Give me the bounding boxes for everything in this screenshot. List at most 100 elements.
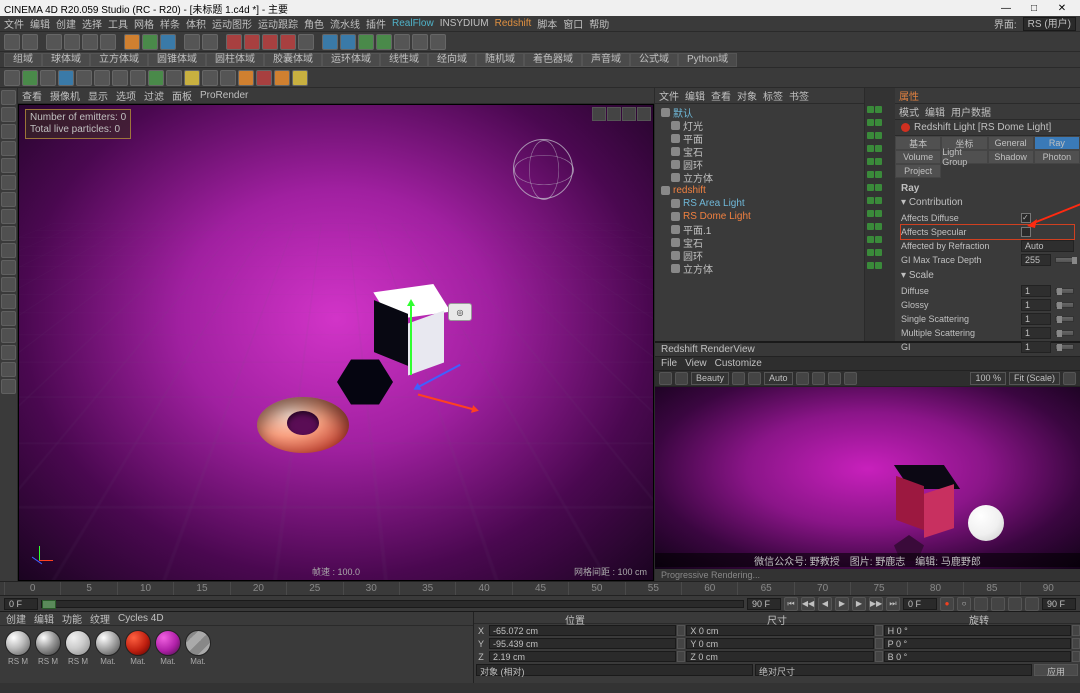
menu-item[interactable]: 文件 — [4, 16, 24, 31]
menu-item-realflow[interactable]: RealFlow — [392, 18, 434, 29]
rv-menu[interactable]: File — [661, 358, 677, 369]
attr-tab-photon[interactable]: Photon — [1034, 150, 1080, 164]
coord-pos-field[interactable]: -65.072 cm — [489, 625, 676, 636]
camera-icon[interactable] — [412, 34, 428, 50]
visibility-dots[interactable] — [867, 158, 891, 169]
tool-icon[interactable] — [1, 311, 16, 326]
rv-save-icon[interactable] — [828, 372, 841, 385]
menu-item[interactable]: 创建 — [56, 16, 76, 31]
next-key-icon[interactable]: ▶▶ — [869, 597, 883, 611]
attr-tab-lightgroup[interactable]: Light Group — [941, 150, 987, 164]
coord-system-icon[interactable] — [184, 34, 200, 50]
gi-max-depth-field[interactable]: 255 — [1021, 254, 1051, 266]
visibility-dots[interactable] — [867, 249, 891, 260]
menu-item[interactable]: 窗口 — [563, 16, 583, 31]
menu-item-redshift[interactable]: Redshift — [495, 18, 532, 29]
rv-zoom-field[interactable]: 100 % — [970, 372, 1006, 385]
render-settings-icon[interactable] — [262, 34, 278, 50]
field-tab[interactable]: 圆柱体域 — [206, 53, 264, 67]
mode-icon[interactable] — [184, 70, 200, 86]
affects-diffuse-checkbox[interactable] — [1021, 213, 1031, 223]
psr-icon[interactable] — [202, 34, 218, 50]
rv-lock-icon[interactable] — [732, 372, 745, 385]
single-scattering-field[interactable]: 1 — [1021, 313, 1051, 325]
visibility-dots[interactable] — [867, 132, 891, 143]
rv-compare-icon[interactable] — [844, 372, 857, 385]
rv-snapshot-icon[interactable] — [748, 372, 761, 385]
mode-icon[interactable] — [22, 70, 38, 86]
mat-menu[interactable]: 纹理 — [90, 611, 110, 626]
tool-icon[interactable] — [1, 345, 16, 360]
ss-slider[interactable] — [1055, 316, 1074, 322]
field-tab[interactable]: 经向域 — [428, 53, 476, 67]
mode-icon[interactable] — [112, 70, 128, 86]
vp-menu[interactable]: 显示 — [88, 88, 108, 103]
visibility-dots[interactable] — [867, 210, 891, 221]
render-region-icon[interactable] — [244, 34, 260, 50]
tool-icon[interactable] — [1, 260, 16, 275]
move-tool-icon[interactable] — [64, 34, 80, 50]
coord-size-field[interactable]: Y 0 cm — [686, 638, 873, 649]
attr-menu[interactable]: 模式 — [899, 104, 919, 119]
glossy-slider[interactable] — [1055, 302, 1074, 308]
autokey-icon[interactable]: ○ — [957, 597, 971, 611]
menu-item[interactable]: 运动跟踪 — [258, 16, 298, 31]
menu-item[interactable]: 运动图形 — [212, 16, 252, 31]
visibility-dots[interactable] — [867, 236, 891, 247]
group-contribution[interactable]: Contribution — [909, 197, 963, 208]
field-tab[interactable]: 运环体域 — [322, 53, 380, 67]
diffuse-field[interactable]: 1 — [1021, 285, 1051, 297]
rv-render-icon[interactable] — [659, 372, 672, 385]
obj-menu[interactable]: 标签 — [763, 88, 783, 103]
play-icon[interactable]: ▶ — [835, 597, 849, 611]
frame-start-field[interactable]: 0 F — [4, 598, 38, 610]
key-rot-icon[interactable] — [1008, 597, 1022, 611]
axis-y-gizmo[interactable] — [410, 305, 412, 375]
timeline-scrollbar[interactable] — [41, 600, 744, 608]
generator-icon[interactable] — [358, 34, 374, 50]
vp-orbit-icon[interactable] — [622, 107, 636, 121]
deformer-icon[interactable] — [376, 34, 392, 50]
object-tree[interactable]: 默认灯光平面宝石圆环立方体redshiftRS Area LightRS Dom… — [655, 104, 864, 341]
tool-icon[interactable] — [1, 90, 16, 105]
multiple-scattering-field[interactable]: 1 — [1021, 327, 1051, 339]
vp-zoom-icon[interactable] — [607, 107, 621, 121]
rv-aov-dropdown[interactable]: Beauty — [691, 372, 729, 385]
gi-max-depth-slider[interactable] — [1055, 257, 1074, 263]
material-slot[interactable]: Mat. — [94, 630, 122, 666]
prev-key-icon[interactable]: ◀◀ — [801, 597, 815, 611]
coord-pos-field[interactable]: 2.19 cm — [489, 651, 676, 662]
axis-x-icon[interactable] — [124, 34, 140, 50]
light-icon[interactable] — [430, 34, 446, 50]
attr-tab-ray[interactable]: Ray — [1034, 136, 1080, 150]
tool-icon[interactable] — [1, 294, 16, 309]
spline-icon[interactable] — [340, 34, 356, 50]
obj-menu[interactable]: 文件 — [659, 88, 679, 103]
prev-frame-icon[interactable]: ◀ — [818, 597, 832, 611]
menu-item[interactable]: 工具 — [108, 16, 128, 31]
vp-menu[interactable]: 过滤 — [144, 88, 164, 103]
rotate-tool-icon[interactable] — [100, 34, 116, 50]
material-slot[interactable]: Mat. — [154, 630, 182, 666]
mode-icon[interactable] — [202, 70, 218, 86]
vp-menu[interactable]: 摄像机 — [50, 88, 80, 103]
glossy-field[interactable]: 1 — [1021, 299, 1051, 311]
vp-menu[interactable]: 选项 — [116, 88, 136, 103]
refraction-dropdown[interactable]: Auto — [1021, 240, 1074, 252]
menu-item[interactable]: 帮助 — [589, 16, 609, 31]
render-icon[interactable] — [226, 34, 242, 50]
obj-menu[interactable]: 查看 — [711, 88, 731, 103]
menu-item[interactable]: 选择 — [82, 16, 102, 31]
tool-icon[interactable] — [1, 277, 16, 292]
menu-item[interactable]: 角色 — [304, 16, 324, 31]
visibility-dots[interactable] — [867, 171, 891, 182]
tool-icon[interactable] — [1, 379, 16, 394]
key-scale-icon[interactable] — [991, 597, 1005, 611]
coord-rot-field[interactable]: H 0 ° — [884, 625, 1071, 636]
frame-current-field[interactable]: 0 F — [903, 598, 937, 610]
close-button[interactable]: ✕ — [1048, 1, 1076, 15]
timeline-ruler[interactable]: 051015202530354045505560657075808590 — [0, 581, 1080, 595]
gi-scale-field[interactable]: 1 — [1021, 341, 1051, 353]
tree-node[interactable]: redshift — [657, 184, 862, 197]
mat-menu[interactable]: 编辑 — [34, 611, 54, 626]
